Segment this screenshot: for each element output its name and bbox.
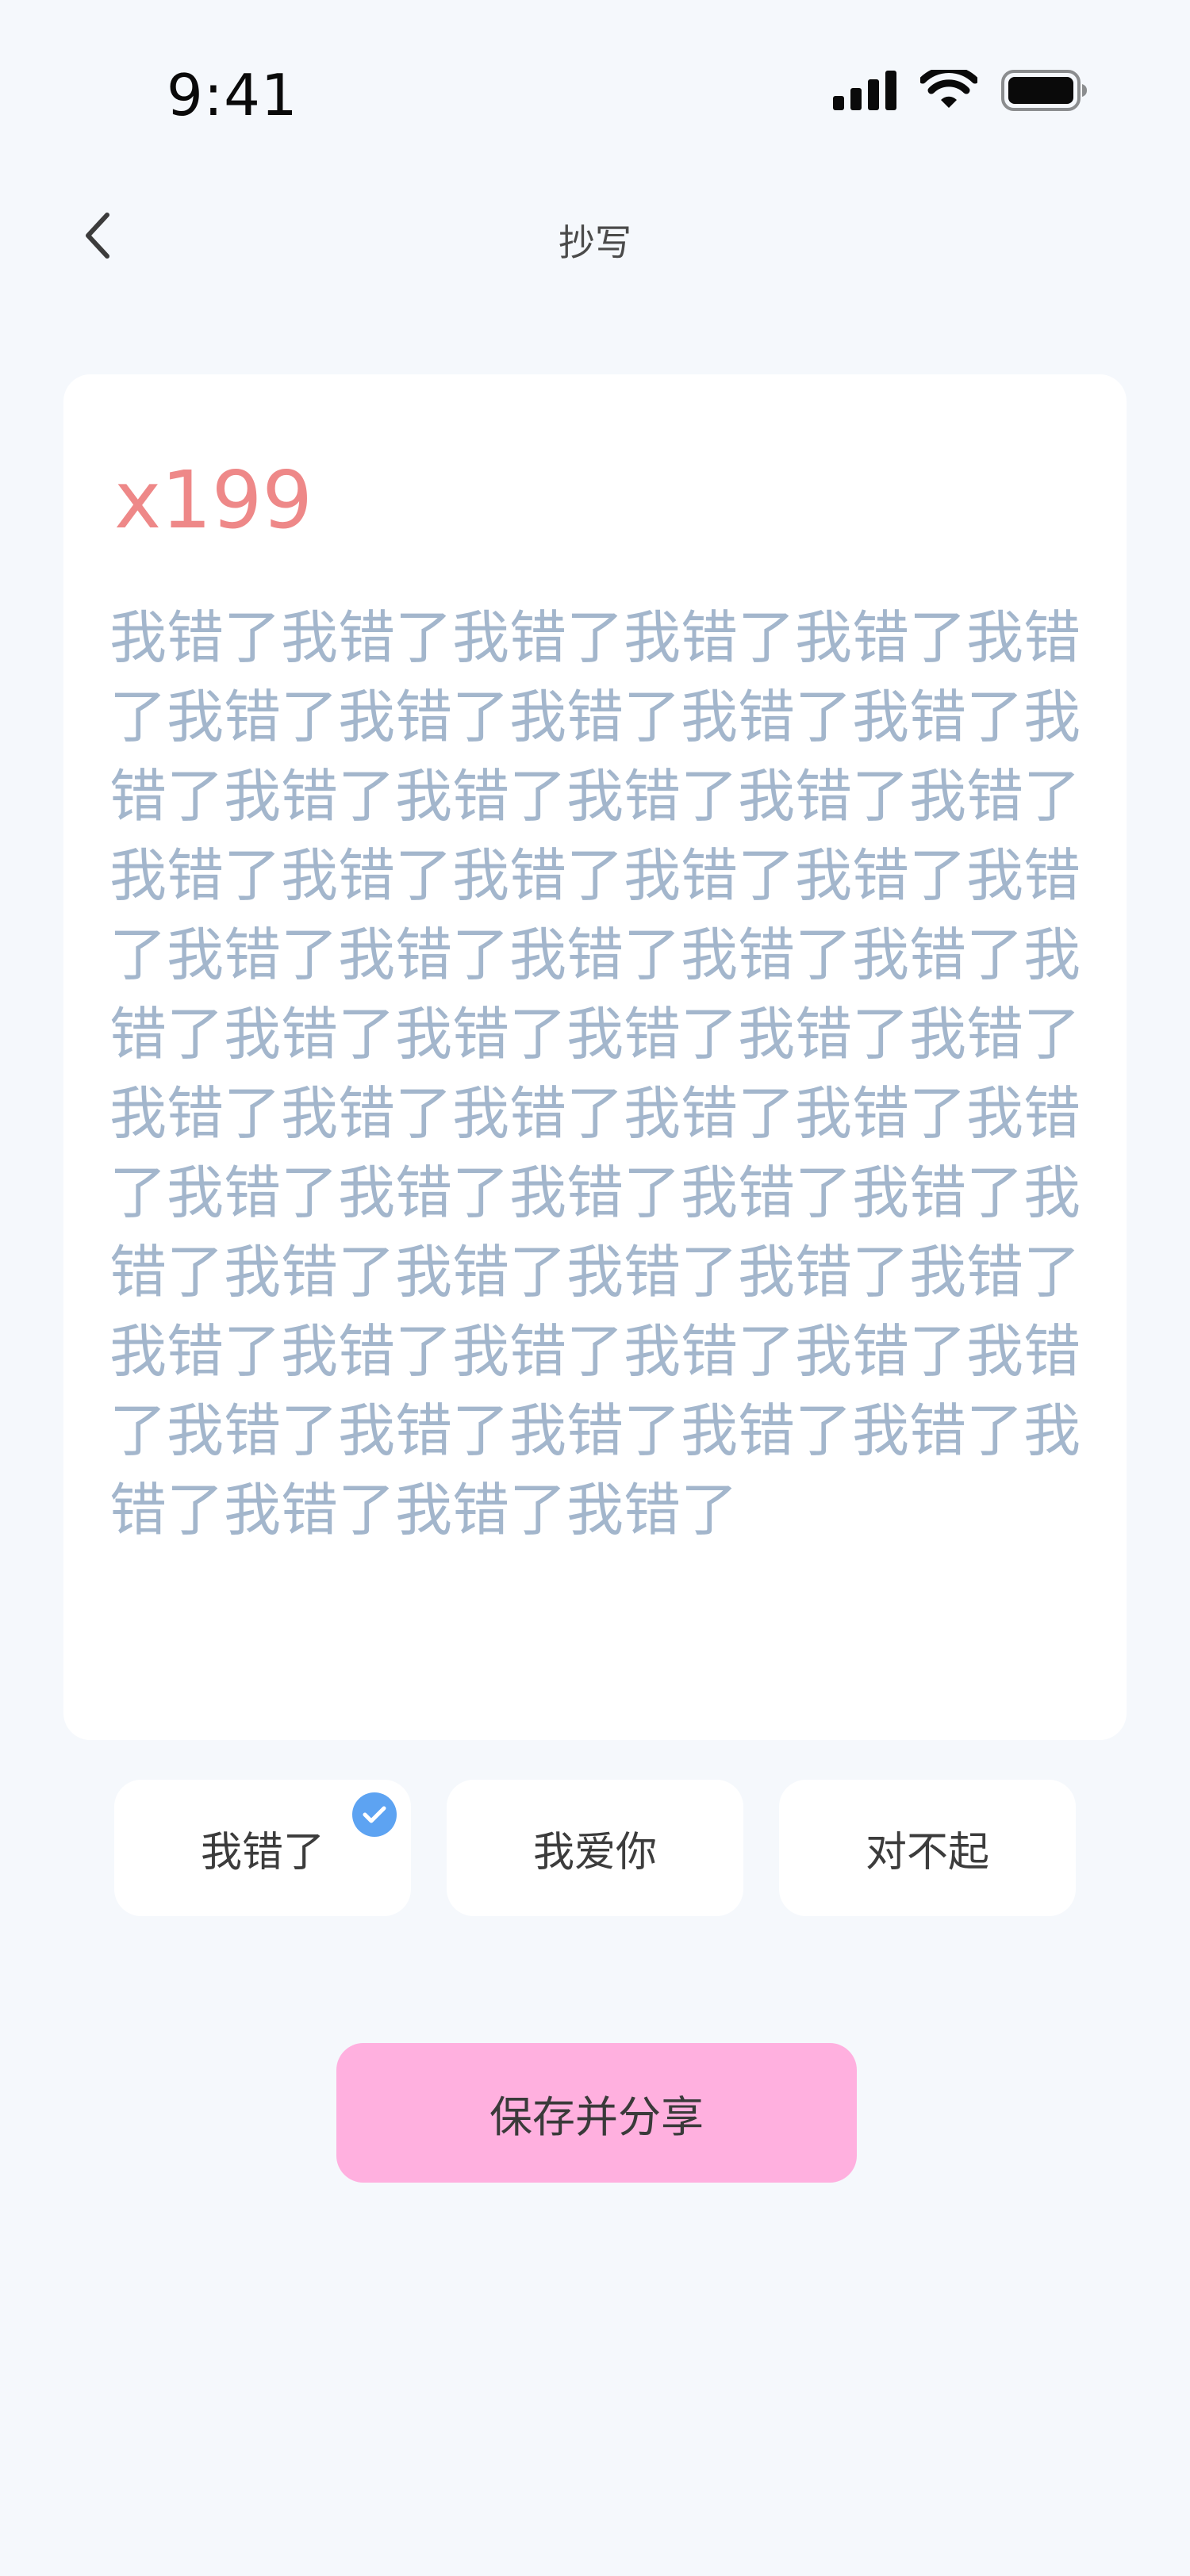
page-title: 抄写 — [559, 221, 631, 264]
save-and-share-button[interactable]: 保存并分享 — [336, 2043, 857, 2183]
status-icons — [833, 66, 1087, 114]
phrase-options: 我错了 我爱你 对不起 — [114, 1780, 1076, 1916]
battery-icon — [1001, 70, 1087, 114]
signal-icon — [833, 71, 896, 113]
status-time: 9:41 — [167, 62, 298, 128]
check-icon — [352, 1792, 397, 1837]
option-label: 对不起 — [865, 1828, 989, 1876]
wifi-icon — [919, 66, 979, 114]
option-label: 我爱你 — [532, 1828, 657, 1876]
copy-count: x199 — [114, 454, 313, 546]
copy-card: x199 我错了我错了我错了我错了我错了我错了我错了我错了我错了我错了我错了我错… — [63, 374, 1127, 1740]
option-wo-ai-ni[interactable]: 我爱你 — [447, 1780, 743, 1916]
copy-text: 我错了我错了我错了我错了我错了我错了我错了我错了我错了我错了我错了我错了我错了我… — [109, 604, 1081, 1543]
option-label: 我错了 — [200, 1828, 324, 1876]
option-wo-cuo-le[interactable]: 我错了 — [114, 1780, 411, 1916]
option-dui-bu-qi[interactable]: 对不起 — [779, 1780, 1076, 1916]
copy-screen: 9:41 抄写 x199 我错了我错了我错了我错了我错了我错了我错了我错了我错了… — [0, 0, 1190, 2576]
